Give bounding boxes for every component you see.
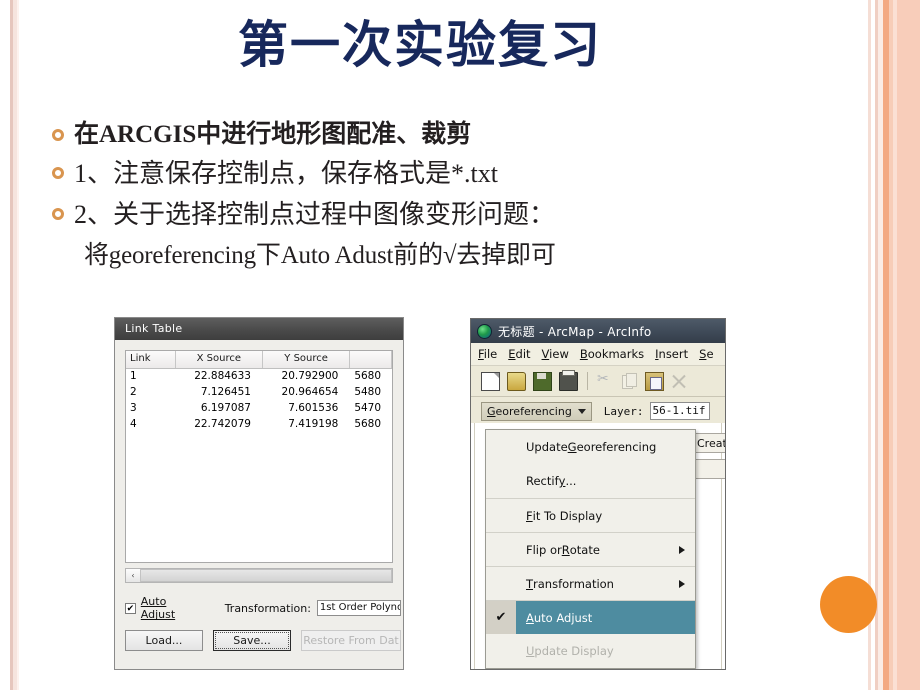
cell-x-source: 22.884633	[194, 370, 251, 382]
cell-x-source: 6.197087	[200, 402, 251, 414]
cell-link: 1	[130, 370, 137, 382]
link-table-header-row: Link X Source Y Source	[126, 351, 392, 369]
menu-edit[interactable]: Edit	[508, 347, 530, 361]
bullet-text: 在ARCGIS中进行地形图配准、裁剪	[74, 121, 472, 148]
table-row[interactable]: 2 7.126451 20.964654 5480	[126, 385, 392, 401]
restore-from-dataset-button: Restore From Dat	[301, 630, 401, 651]
link-table-window: Link Table Link X Source Y Source 1 22.8…	[114, 317, 404, 670]
column-header-x-source[interactable]: X Source	[176, 351, 263, 368]
bullet-ring-icon	[52, 129, 64, 141]
georeferencing-dropdown-button[interactable]: Georeferencing	[481, 401, 592, 421]
menu-item-fit-to-display[interactable]: Fit To Display	[486, 498, 695, 532]
link-table-horizontal-scrollbar[interactable]: ‹	[125, 568, 393, 583]
arcmap-map-canvas[interactable]: Create Update Georeferencing Rectify... …	[471, 423, 725, 669]
load-button[interactable]: Load...	[125, 630, 203, 651]
scrollbar-thumb[interactable]	[141, 569, 392, 582]
menu-item-flip-or-rotate[interactable]: Flip or Rotate	[486, 532, 695, 566]
new-document-icon[interactable]	[481, 371, 500, 391]
table-row[interactable]: 1 22.884633 20.792900 5680	[126, 369, 392, 385]
bullet-text: 1、注意保存控制点，保存格式是*.txt	[74, 158, 498, 188]
left-decorative-stripe	[0, 0, 26, 690]
toolbar-divider	[587, 372, 588, 390]
link-table-button-row: Load... Save... Restore From Dat	[125, 630, 401, 651]
georeferencing-mnemonic: G	[487, 404, 496, 418]
cell-x-map: 5680	[354, 418, 382, 430]
column-header-link[interactable]: Link	[126, 351, 176, 368]
copy-icon	[621, 372, 638, 390]
cell-x-map: 5480	[354, 386, 382, 398]
cell-x-map: 5680	[354, 370, 382, 382]
arcmap-titlebar: 无标题 - ArcMap - ArcInfo	[471, 319, 725, 343]
menu-item-update-georeferencing[interactable]: Update Georeferencing	[486, 430, 695, 464]
auto-adjust-label[interactable]: Auto Adjust	[141, 595, 203, 621]
transformation-label: Transformation:	[224, 601, 311, 615]
slide-canvas: 第一次实验复习 在ARCGIS中进行地形图配准、裁剪 1、注意保存控制点，保存格…	[0, 0, 920, 690]
decorative-orange-circle	[820, 576, 877, 633]
cell-x-source: 22.742079	[194, 418, 251, 430]
link-table-body: Link X Source Y Source 1 22.884633 20.79…	[115, 340, 403, 669]
open-folder-icon[interactable]	[507, 371, 526, 391]
checkmark-icon: ✔	[486, 601, 516, 634]
paste-icon[interactable]	[645, 371, 664, 391]
save-button[interactable]: Save...	[213, 630, 291, 651]
bullet-ring-icon	[52, 207, 64, 220]
bullet-list: 在ARCGIS中进行地形图配准、裁剪 1、注意保存控制点，保存格式是*.txt …	[52, 118, 792, 273]
cell-x-source: 7.126451	[200, 386, 251, 398]
link-table-grid[interactable]: Link X Source Y Source 1 22.884633 20.79…	[125, 350, 393, 563]
cell-y-source: 20.792900	[281, 370, 339, 382]
menu-item-auto-adjust[interactable]: ✔ Auto Adjust	[486, 600, 695, 634]
cut-scissors-icon	[597, 371, 614, 390]
column-header-y-source[interactable]: Y Source	[263, 351, 351, 368]
list-item: 1、注意保存控制点，保存格式是*.txt	[52, 156, 792, 193]
save-disk-icon[interactable]	[533, 371, 552, 391]
cell-link: 3	[130, 402, 137, 414]
cell-y-source: 7.601536	[288, 402, 339, 414]
submenu-arrow-icon	[679, 580, 685, 588]
menu-view[interactable]: View	[542, 347, 569, 361]
auto-adjust-checkbox[interactable]: ✔	[125, 602, 136, 614]
arcmap-title-text: 无标题 - ArcMap - ArcInfo	[498, 324, 652, 339]
georeferencing-label: eoreferencing	[495, 404, 572, 418]
bullet-text: 2、关于选择控制点过程中图像变形问题：	[74, 199, 556, 229]
bullet-ring-icon	[52, 166, 64, 179]
menu-insert[interactable]: Insert	[655, 347, 688, 361]
georeferencing-toolbar: Georeferencing Layer: 56-1.tif	[471, 397, 725, 426]
cell-x-map: 5470	[354, 402, 382, 414]
arcmap-standard-toolbar	[471, 366, 725, 397]
globe-icon	[477, 323, 492, 339]
list-item: 在ARCGIS中进行地形图配准、裁剪	[52, 118, 792, 152]
arcmap-menubar: File Edit View Bookmarks Insert Se	[471, 343, 725, 366]
transformation-dropdown[interactable]: 1st Order Polynom	[316, 600, 401, 616]
bullet-continuation-text: 将georeferencing下Auto Adust前的√去掉即可	[84, 241, 556, 269]
table-row[interactable]: 4 22.742079 7.419198 5680	[126, 417, 392, 433]
menu-item-update-display: Update Display	[526, 644, 614, 658]
submenu-arrow-icon	[679, 546, 685, 554]
chevron-down-icon	[577, 408, 586, 414]
menu-item-rectify[interactable]: Rectif y...	[486, 464, 695, 498]
table-row[interactable]: 3 6.197087 7.601536 5470	[126, 401, 392, 417]
link-table-options-row: ✔ Auto Adjust Transformation: 1st Order …	[125, 595, 401, 621]
column-header-x-map[interactable]	[350, 351, 392, 368]
cell-y-source: 7.419198	[288, 418, 339, 430]
menu-file[interactable]: File	[478, 347, 497, 361]
page-title: 第一次实验复习	[238, 17, 602, 73]
arcmap-canvas-inner: Create Update Georeferencing Rectify... …	[474, 423, 725, 669]
delete-x-icon	[671, 373, 688, 390]
menu-bookmarks[interactable]: Bookmarks	[580, 347, 644, 361]
layer-label: Layer:	[603, 404, 644, 418]
georeferencing-dropdown-menu: Update Georeferencing Rectif y... Fit To …	[485, 429, 696, 669]
layer-dropdown[interactable]: 56-1.tif	[649, 402, 710, 420]
create-link-panel[interactable]: Create	[692, 433, 725, 453]
arcmap-window: 无标题 - ArcMap - ArcInfo File Edit View Bo…	[470, 318, 726, 670]
print-icon[interactable]	[559, 369, 578, 391]
create-link-panel-secondary[interactable]	[692, 459, 725, 479]
cell-link: 2	[130, 386, 137, 398]
scroll-left-arrow-icon[interactable]: ‹	[126, 569, 141, 582]
cell-y-source: 20.964654	[281, 386, 339, 398]
list-item: 2、关于选择控制点过程中图像变形问题：	[52, 197, 792, 234]
link-table-titlebar: Link Table	[115, 318, 403, 340]
menu-item-transformation[interactable]: Transformation	[486, 566, 695, 600]
cell-link: 4	[130, 418, 137, 430]
menu-selection[interactable]: Se	[699, 347, 713, 361]
